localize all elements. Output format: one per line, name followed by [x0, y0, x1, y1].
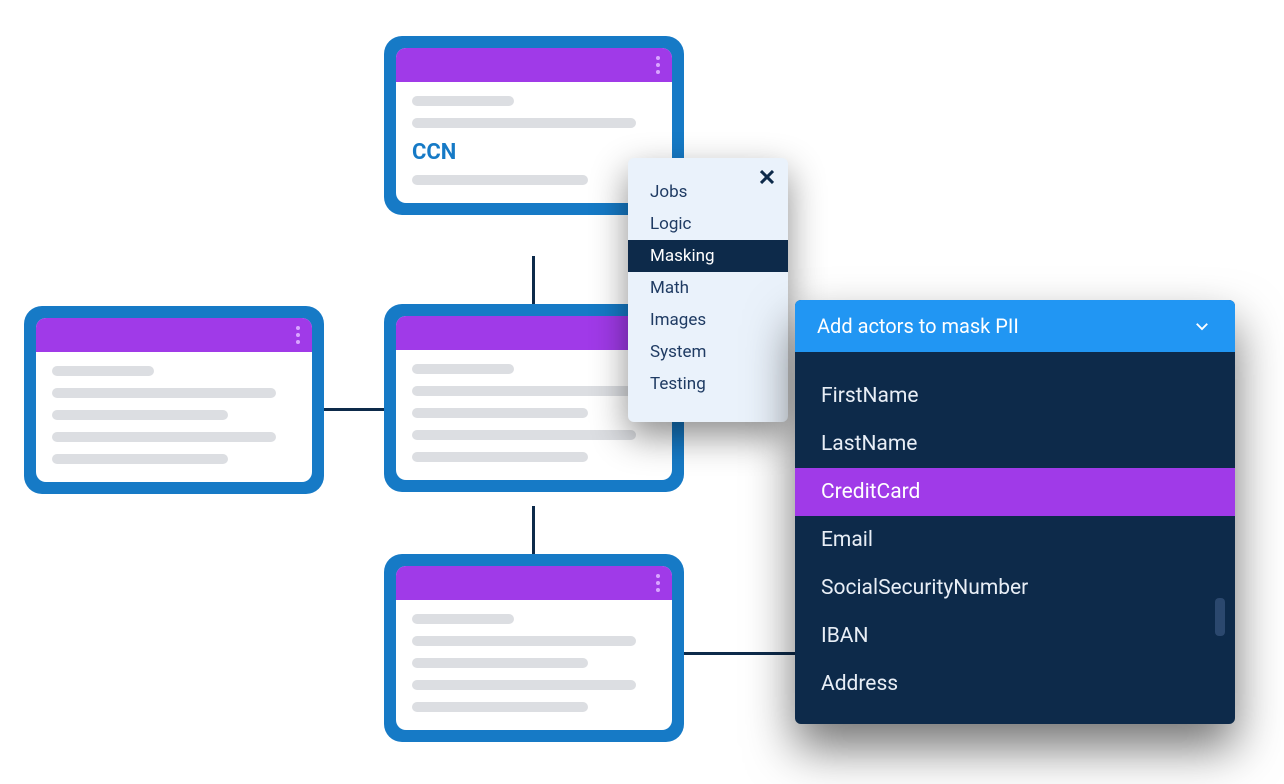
- node-left-header[interactable]: [36, 318, 312, 352]
- placeholder-line: [412, 636, 636, 646]
- placeholder-line: [52, 432, 276, 442]
- node-top-header[interactable]: [396, 48, 672, 82]
- chevron-down-icon[interactable]: [1191, 315, 1213, 337]
- context-menu-item-images[interactable]: Images: [628, 304, 788, 336]
- diagram-canvas: CCN: [0, 0, 1284, 784]
- context-menu[interactable]: Jobs Logic Masking Math Images System Te…: [628, 158, 788, 422]
- picker-item-lastname[interactable]: LastName: [795, 420, 1235, 468]
- link-center-to-bottom: [532, 506, 535, 554]
- context-menu-item-testing[interactable]: Testing: [628, 368, 788, 400]
- scrollbar-thumb[interactable]: [1215, 598, 1225, 636]
- kebab-icon[interactable]: [296, 326, 300, 344]
- placeholder-line: [412, 680, 636, 690]
- context-menu-item-system[interactable]: System: [628, 336, 788, 368]
- kebab-icon[interactable]: [656, 574, 660, 592]
- placeholder-line: [412, 364, 514, 374]
- node-bottom-header[interactable]: [396, 566, 672, 600]
- node-top-field-label: CCN: [412, 140, 656, 165]
- placeholder-line: [52, 388, 276, 398]
- picker-item-firstname[interactable]: FirstName: [795, 372, 1235, 420]
- placeholder-line: [412, 386, 636, 396]
- context-menu-item-masking[interactable]: Masking: [628, 240, 788, 272]
- placeholder-line: [412, 408, 588, 418]
- link-left-to-center: [322, 408, 384, 411]
- placeholder-line: [52, 454, 228, 464]
- placeholder-line: [52, 410, 228, 420]
- picker-header-label: Add actors to mask PII: [817, 314, 1019, 338]
- link-bottom-to-picker: [684, 652, 796, 655]
- close-icon[interactable]: [756, 166, 778, 188]
- node-left[interactable]: [24, 306, 324, 494]
- picker-item-creditcard[interactable]: CreditCard: [795, 468, 1235, 516]
- picker-item-ssn[interactable]: SocialSecurityNumber: [795, 564, 1235, 612]
- placeholder-line: [412, 614, 514, 624]
- kebab-icon[interactable]: [656, 56, 660, 74]
- placeholder-line: [412, 702, 588, 712]
- context-menu-item-logic[interactable]: Logic: [628, 208, 788, 240]
- picker-item-email[interactable]: Email: [795, 516, 1235, 564]
- picker-item-iban[interactable]: IBAN: [795, 612, 1235, 660]
- placeholder-line: [412, 452, 588, 462]
- placeholder-line: [412, 118, 636, 128]
- placeholder-line: [412, 96, 514, 106]
- picker-header[interactable]: Add actors to mask PII: [795, 300, 1235, 352]
- placeholder-line: [52, 366, 154, 376]
- link-top-to-center: [532, 256, 535, 304]
- context-menu-item-math[interactable]: Math: [628, 272, 788, 304]
- picker-panel: Add actors to mask PII FirstName LastNam…: [795, 300, 1235, 724]
- node-bottom[interactable]: [384, 554, 684, 742]
- picker-list: FirstName LastName CreditCard Email Soci…: [795, 352, 1235, 724]
- placeholder-line: [412, 175, 588, 185]
- picker-item-address[interactable]: Address: [795, 660, 1235, 708]
- placeholder-line: [412, 430, 636, 440]
- placeholder-line: [412, 658, 588, 668]
